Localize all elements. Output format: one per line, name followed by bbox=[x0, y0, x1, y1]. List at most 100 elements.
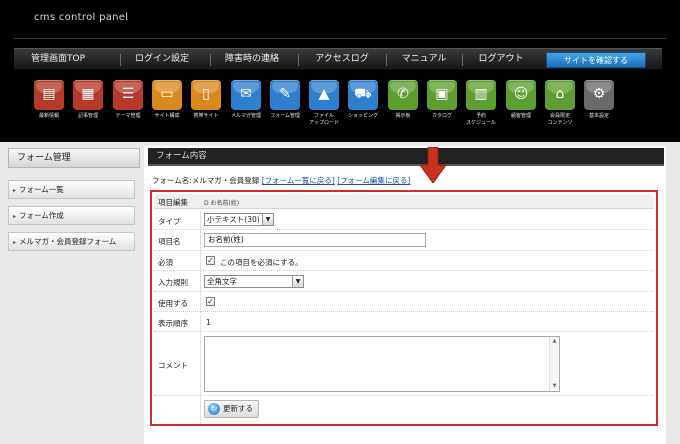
nav-manual[interactable]: マニュアル bbox=[386, 49, 462, 71]
update-button[interactable]: ↻ 更新する bbox=[204, 400, 259, 418]
envelope-icon: ✉ bbox=[231, 80, 261, 110]
comment-textarea[interactable]: ▲ ▼ bbox=[204, 336, 560, 392]
form-name-line: フォーム名:メルマガ・会員登録 [フォーム一覧に戻る] [フォーム編集に戻る] bbox=[152, 175, 410, 186]
main-panel: フォーム内容 フォーム名:メルマガ・会員登録 [フォーム一覧に戻る] [フォーム… bbox=[144, 146, 666, 444]
row-item-name: 項目名 お名前(姓) bbox=[154, 230, 654, 251]
required-label: 必須 bbox=[158, 258, 173, 267]
sidebar-item-label: フォーム作成 bbox=[19, 211, 64, 220]
newspaper-icon: ▤ bbox=[34, 80, 64, 110]
articles-icon: ▦ bbox=[73, 80, 103, 110]
item-name-input[interactable]: お名前(姓) bbox=[204, 233, 426, 247]
nav-separator bbox=[120, 54, 121, 66]
list-icon-glyph: ☰ bbox=[121, 86, 135, 102]
chevron-down-icon: ▼ bbox=[262, 214, 273, 225]
tool-label: 基本設定 bbox=[588, 113, 609, 119]
row-type: タイプ 小テキスト(30) ▼ bbox=[154, 210, 654, 230]
customers-icon-glyph: ☺ bbox=[513, 86, 529, 102]
tool-catalog[interactable]: ▣ カタログ bbox=[426, 80, 458, 120]
sidebar-item-mailmag-member-form[interactable]: ▸ メルマガ・会員登録フォーム bbox=[8, 232, 135, 251]
nav-login-settings[interactable]: ログイン設定 bbox=[126, 49, 198, 71]
lock-icon: ⌂ bbox=[545, 80, 575, 110]
item-edit-box: 項目編集 D お名前(姓) タイプ 小テキスト(30) ▼ 項目名 お名前(姓)… bbox=[150, 190, 658, 426]
nav-separator bbox=[298, 54, 299, 66]
tool-calendar[interactable]: ▥ 予約 スケジュール bbox=[465, 80, 497, 127]
scroll-down-icon[interactable]: ▼ bbox=[550, 382, 559, 391]
tool-customers[interactable]: ☺ 顧客管理 bbox=[505, 80, 537, 120]
nav-failure-contact[interactable]: 障害時の連絡 bbox=[214, 49, 290, 71]
use-checkbox[interactable]: ✓ bbox=[206, 297, 215, 306]
calendar-icon: ▥ bbox=[466, 80, 496, 110]
lock-icon-glyph: ⌂ bbox=[555, 86, 565, 102]
item-edit-title: 項目編集 bbox=[158, 198, 188, 207]
type-select[interactable]: 小テキスト(30) ▼ bbox=[204, 213, 274, 226]
newspaper-icon-glyph: ▤ bbox=[42, 86, 56, 102]
tool-cart[interactable]: ⛟ ショッピング bbox=[347, 80, 379, 120]
comment-scrollbar[interactable]: ▲ ▼ bbox=[549, 337, 559, 391]
display-order-value: 1 bbox=[206, 318, 211, 327]
type-select-value: 小テキスト(30) bbox=[207, 215, 260, 224]
refresh-icon: ↻ bbox=[208, 403, 220, 415]
nav-logout[interactable]: ログアウト bbox=[462, 49, 540, 71]
tool-monitor[interactable]: ▭ サイト構成 bbox=[151, 80, 183, 120]
tool-mobile[interactable]: ▯ 携帯サイト bbox=[190, 80, 222, 120]
file-upload-icon: ▲ bbox=[309, 80, 339, 110]
monitor-icon-glyph: ▭ bbox=[160, 86, 174, 102]
tool-file-upload[interactable]: ▲ ファイル アップロード bbox=[308, 80, 340, 127]
tool-newspaper[interactable]: ▤ 最新情報 bbox=[33, 80, 65, 120]
tool-chat[interactable]: ✆ 掲示板 bbox=[387, 80, 419, 120]
brand-title: cms control panel bbox=[34, 12, 129, 23]
form-icon-glyph: ✎ bbox=[279, 86, 291, 102]
customers-icon: ☺ bbox=[506, 80, 536, 110]
nav-access-log[interactable]: アクセスログ bbox=[304, 49, 380, 71]
form-name-label: フォーム名:メルマガ・会員登録 bbox=[152, 176, 260, 185]
scroll-up-icon[interactable]: ▲ bbox=[550, 337, 559, 346]
sidebar: フォーム管理 bbox=[8, 148, 140, 168]
cart-icon-glyph: ⛟ bbox=[354, 86, 372, 102]
page-title: フォーム内容 bbox=[148, 148, 664, 166]
input-rule-select-value: 全角文字 bbox=[207, 277, 237, 286]
sidebar-item-form-list[interactable]: ▸ フォーム一覧 bbox=[8, 180, 135, 199]
tool-list[interactable]: ☰ テーマ管理 bbox=[112, 80, 144, 120]
back-to-form-list-link[interactable]: [フォーム一覧に戻る] bbox=[262, 176, 335, 185]
monitor-icon: ▭ bbox=[152, 80, 182, 110]
nav-separator bbox=[210, 54, 211, 66]
sidebar-title: フォーム管理 bbox=[8, 148, 140, 168]
tool-articles[interactable]: ▦ 記事管理 bbox=[72, 80, 104, 120]
use-label: 使用する bbox=[158, 299, 188, 308]
sidebar-item-form-create[interactable]: ▸ フォーム作成 bbox=[8, 206, 135, 225]
gear-icon-glyph: ⚙ bbox=[592, 86, 606, 102]
back-to-form-edit-link[interactable]: [フォーム編集に戻る] bbox=[337, 176, 410, 185]
tool-envelope[interactable]: ✉ メルマガ管理 bbox=[230, 80, 262, 120]
row-input-rule: 入力規則 全角文字 ▼ bbox=[154, 271, 654, 292]
cart-icon: ⛟ bbox=[348, 80, 378, 110]
calendar-icon-glyph: ▥ bbox=[474, 86, 488, 102]
view-site-button[interactable]: サイトを確認する bbox=[546, 52, 646, 68]
tool-gear[interactable]: ⚙ 基本設定 bbox=[583, 80, 615, 120]
comment-label: コメント bbox=[158, 361, 188, 370]
list-icon: ☰ bbox=[113, 80, 143, 110]
item-edit-subtitle: D お名前(姓) bbox=[204, 200, 240, 207]
row-comment: コメント ▲ ▼ bbox=[154, 332, 654, 396]
tool-form[interactable]: ✎ フォーム管理 bbox=[269, 80, 301, 120]
arrow-right-icon: ▸ bbox=[13, 239, 17, 246]
type-label: タイプ bbox=[158, 217, 181, 226]
catalog-icon: ▣ bbox=[427, 80, 457, 110]
update-button-label: 更新する bbox=[223, 404, 253, 413]
sidebar-item-label: フォーム一覧 bbox=[19, 185, 64, 194]
item-edit-header: 項目編集 D お名前(姓) bbox=[154, 194, 654, 209]
chat-icon: ✆ bbox=[388, 80, 418, 110]
item-name-label: 項目名 bbox=[158, 237, 181, 246]
top-nav: 管理画面TOP ログイン設定 障害時の連絡 アクセスログ マニュアル ログアウト… bbox=[14, 48, 662, 70]
tool-lock[interactable]: ⌂ 会員限定 コンテンツ bbox=[544, 80, 576, 127]
sidebar-item-label: メルマガ・会員登録フォーム bbox=[19, 237, 117, 246]
required-checkbox[interactable]: ✓ bbox=[206, 256, 215, 265]
arrow-right-icon: ▸ bbox=[13, 213, 17, 220]
arrow-right-icon: ▸ bbox=[13, 187, 17, 194]
chat-icon-glyph: ✆ bbox=[397, 86, 409, 102]
articles-icon-glyph: ▦ bbox=[81, 86, 95, 102]
brand-divider bbox=[14, 38, 666, 39]
required-checkbox-text: この項目を必須にする。 bbox=[220, 258, 303, 267]
input-rule-select[interactable]: 全角文字 ▼ bbox=[204, 275, 304, 288]
nav-admin-top[interactable]: 管理画面TOP bbox=[14, 49, 102, 71]
mobile-icon-glyph: ▯ bbox=[202, 86, 210, 102]
